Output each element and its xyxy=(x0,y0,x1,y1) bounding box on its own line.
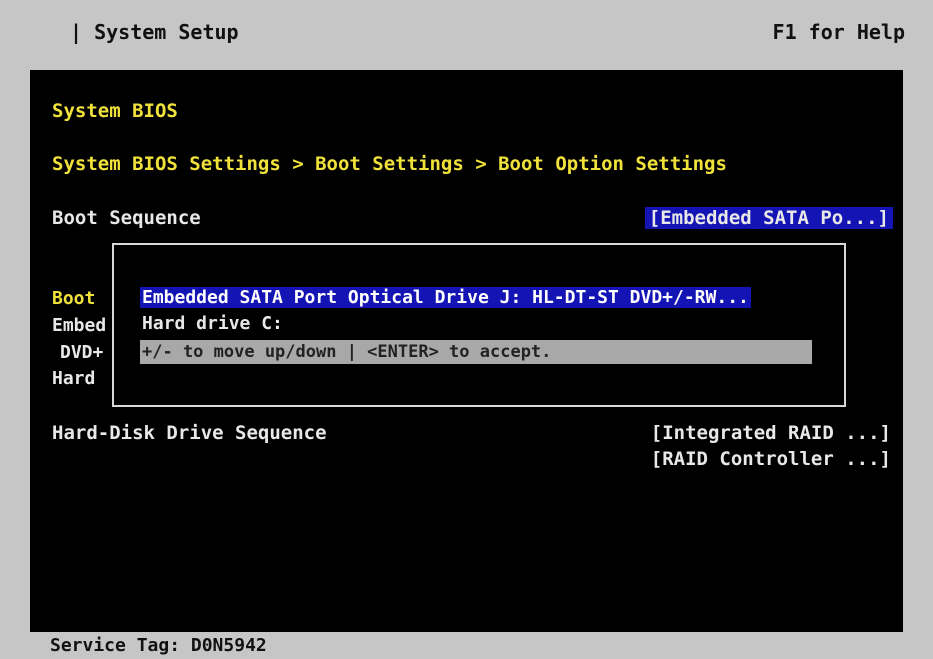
breadcrumb[interactable]: System BIOS Settings > Boot Settings > B… xyxy=(52,153,727,175)
help-hint[interactable]: F1 for Help xyxy=(773,20,905,44)
hard-disk-value-1[interactable]: [Integrated RAID ...] xyxy=(651,422,891,444)
popup-item-optical-drive[interactable]: Embedded SATA Port Optical Drive J: HL-D… xyxy=(140,287,751,308)
boot-sequence-label[interactable]: Boot Sequence xyxy=(52,207,201,229)
popup-hint: +/- to move up/down | <ENTER> to accept. xyxy=(140,340,812,364)
bios-screen: System BIOS System BIOS Settings > Boot … xyxy=(30,70,903,632)
app-title: | System Setup xyxy=(70,20,239,44)
behind-row-boot: Boot xyxy=(52,288,96,309)
boot-sequence-value[interactable]: [Embedded SATA Po...] xyxy=(644,207,893,229)
behind-row-embed: Embed xyxy=(52,315,107,336)
status-bar: Service Tag: D0N5942 xyxy=(0,632,933,659)
page-title: System BIOS xyxy=(52,100,178,122)
service-tag: Service Tag: D0N5942 xyxy=(50,635,267,656)
popup-item-hard-drive[interactable]: Hard drive C: xyxy=(140,313,285,334)
hard-disk-value-2[interactable]: [RAID Controller ...] xyxy=(651,448,891,470)
behind-row-hard: Hard xyxy=(52,368,96,389)
boot-sequence-popup: Embedded SATA Port Optical Drive J: HL-D… xyxy=(112,243,846,407)
hard-disk-sequence-label[interactable]: Hard-Disk Drive Sequence xyxy=(52,422,327,444)
behind-row-dvd: DVD+ xyxy=(60,342,104,363)
title-bar: | System Setup F1 for Help xyxy=(0,0,933,70)
